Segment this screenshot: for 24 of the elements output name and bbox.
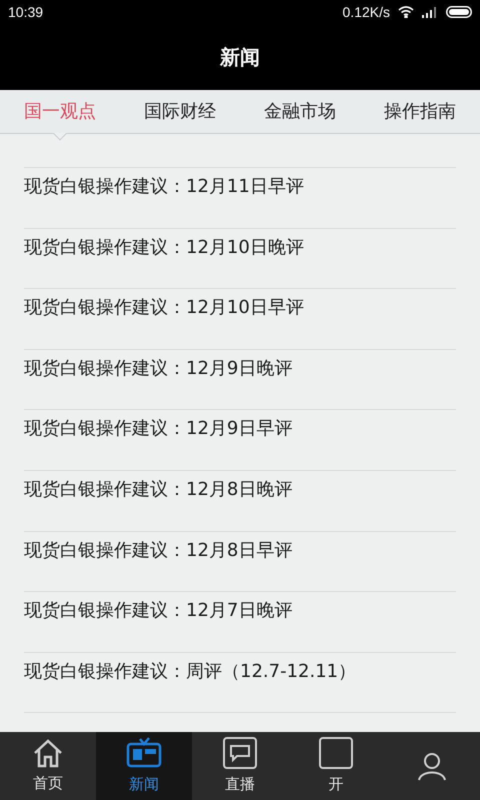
article-title[interactable]: 现货白银操作建议：12月9日晚评: [24, 356, 292, 381]
category-tab[interactable]: 操作指南: [368, 90, 472, 133]
chat-icon: [223, 736, 257, 769]
home-icon: [32, 738, 64, 768]
article-title[interactable]: 现货白银操作建议：12月10日早评: [24, 296, 304, 320]
battery-icon: [446, 6, 472, 18]
category-tab[interactable]: 金融市场: [248, 90, 352, 133]
category-tab[interactable]: 国际财经: [128, 90, 232, 133]
article-title[interactable]: 现货白银操作建议：12月7日晚评: [24, 599, 292, 624]
nav-tab[interactable]: 新闻: [96, 732, 192, 800]
tv-icon: [126, 736, 162, 769]
article-title[interactable]: 现货白银操作建议：12月10日晚评: [24, 236, 304, 260]
article-title[interactable]: 现货白银操作建议：12月9日早评: [24, 417, 292, 442]
article-title[interactable]: 现货白银操作建议：12月11日早评: [24, 175, 304, 199]
wifi-icon: [398, 6, 414, 18]
network-speed: 0.12K/s: [342, 2, 390, 22]
article-title[interactable]: 现货白银操作建议：12月8日早评: [24, 538, 292, 563]
page-title: 新闻: [220, 44, 260, 71]
status-time: 10:39: [8, 2, 44, 22]
signal-icon: [422, 6, 438, 18]
category-tab[interactable]: 国一观点: [8, 90, 112, 133]
article-title[interactable]: 现货白银操作建议：12月8日晚评: [24, 478, 292, 502]
article-title[interactable]: 现货白银操作建议：周评（12.7-12.11）: [24, 660, 356, 684]
user-icon: [417, 751, 447, 781]
